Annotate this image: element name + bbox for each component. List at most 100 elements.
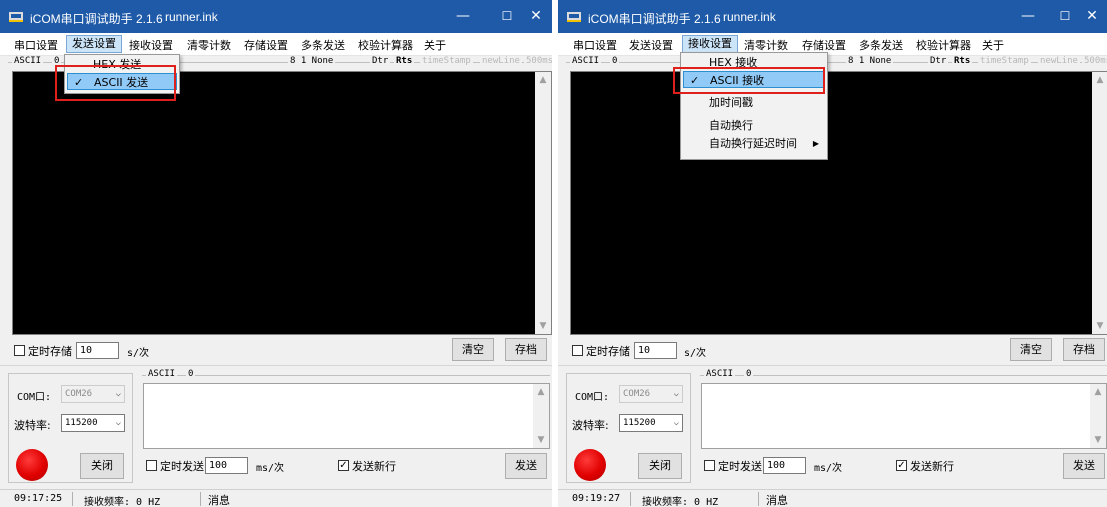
chevron-up-icon[interactable]: ▲ bbox=[535, 75, 551, 85]
menu-receive-settings[interactable]: 接收设置 bbox=[129, 37, 173, 53]
status-frequency: 接收频率: 0 HZ bbox=[84, 497, 161, 507]
chevron-down-icon: ⌵ bbox=[673, 418, 679, 428]
chevron-down-icon: ⌵ bbox=[115, 389, 121, 399]
timed-send-checkbox[interactable] bbox=[146, 460, 157, 471]
app-title: iCOM串口调试助手 2.1.6 bbox=[30, 12, 163, 26]
send-newline-checkbox[interactable]: ✓ bbox=[338, 460, 349, 471]
send-count-label: 0 bbox=[186, 369, 196, 379]
section-divider bbox=[0, 365, 552, 366]
archive-button[interactable]: 存档 bbox=[1063, 338, 1105, 361]
com-port-select[interactable]: COM26 ⌵ bbox=[61, 385, 125, 403]
chevron-down-icon[interactable]: ▼ bbox=[1092, 321, 1107, 331]
send-newline-label: 发送新行 bbox=[910, 460, 954, 473]
send-text-area[interactable]: ▲ ▼ bbox=[701, 383, 1107, 449]
menu-send-settings[interactable]: 发送设置 bbox=[66, 35, 122, 53]
menu-about[interactable]: 关于 bbox=[982, 37, 1004, 53]
send-group-border bbox=[142, 375, 550, 376]
chevron-up-icon[interactable]: ▲ bbox=[1092, 75, 1107, 85]
menu-storage-settings[interactable]: 存储设置 bbox=[802, 37, 846, 53]
chevron-up-icon[interactable]: ▲ bbox=[1090, 387, 1106, 397]
timed-send-checkbox[interactable] bbox=[704, 460, 715, 471]
menu-item-label: 自动换行 bbox=[709, 119, 753, 132]
timed-save-label: 定时存储 bbox=[586, 345, 630, 358]
chevron-down-icon[interactable]: ▼ bbox=[1090, 435, 1106, 445]
annotation-highlight-box bbox=[55, 65, 176, 101]
timestamp-label: timeStamp bbox=[978, 56, 1031, 66]
app-icon bbox=[567, 12, 581, 22]
send-mode-label: ASCII bbox=[704, 369, 736, 379]
dtr-label: Dtr bbox=[370, 56, 391, 66]
save-interval-input[interactable]: 10 bbox=[634, 342, 677, 359]
menu-checksum-calculator[interactable]: 校验计算器 bbox=[916, 37, 971, 53]
send-unit-label: ms/次 bbox=[814, 463, 843, 474]
menu-serial-settings[interactable]: 串口设置 bbox=[573, 37, 617, 53]
menu-item-add-timestamp[interactable]: 加时间戳 bbox=[683, 94, 825, 111]
menu-storage-settings[interactable]: 存储设置 bbox=[244, 37, 288, 53]
menu-receive-settings[interactable]: 接收设置 bbox=[682, 35, 738, 53]
menu-clear-count[interactable]: 清零计数 bbox=[744, 37, 788, 53]
menu-about[interactable]: 关于 bbox=[424, 37, 446, 53]
close-port-button[interactable]: 关闭 bbox=[80, 453, 124, 479]
receive-scrollbar[interactable]: ▲ ▼ bbox=[1092, 72, 1107, 334]
receive-scrollbar[interactable]: ▲ ▼ bbox=[535, 72, 551, 334]
receive-text-area[interactable]: ▲ ▼ bbox=[570, 71, 1107, 335]
app-title: iCOM串口调试助手 2.1.6 bbox=[588, 12, 721, 26]
file-name: runner.ink bbox=[723, 10, 776, 24]
menu-item-auto-wrap[interactable]: 自动换行 bbox=[683, 117, 825, 134]
timed-save-checkbox[interactable] bbox=[572, 345, 583, 356]
com-label: COM口: bbox=[575, 392, 610, 403]
send-scrollbar[interactable]: ▲ ▼ bbox=[1090, 384, 1106, 448]
com-label: COM口: bbox=[17, 392, 52, 403]
status-bar: 09:17:25 接收频率: 0 HZ 消息 bbox=[0, 489, 552, 507]
status-separator bbox=[200, 492, 201, 506]
chevron-down-icon[interactable]: ▼ bbox=[533, 435, 549, 445]
send-scrollbar[interactable]: ▲ ▼ bbox=[533, 384, 549, 448]
send-interval-input[interactable]: 100 bbox=[205, 457, 248, 474]
title-bar: iCOM串口调试助手 2.1.6 runner.ink — ☐ ✕ bbox=[0, 0, 552, 33]
clear-button[interactable]: 清空 bbox=[1010, 338, 1052, 361]
save-unit-label: s/次 bbox=[684, 348, 707, 359]
menu-multi-send[interactable]: 多条发送 bbox=[301, 37, 345, 53]
send-text-area[interactable]: ▲ ▼ bbox=[143, 383, 550, 449]
menu-item-auto-wrap-delay[interactable]: 自动换行延迟时间 ▶ bbox=[683, 135, 825, 152]
close-port-button[interactable]: 关闭 bbox=[638, 453, 682, 479]
archive-button[interactable]: 存档 bbox=[505, 338, 547, 361]
menu-item-label: 自动换行延迟时间 bbox=[709, 137, 797, 150]
menu-item-label: 加时间戳 bbox=[709, 96, 753, 109]
chevron-up-icon[interactable]: ▲ bbox=[533, 387, 549, 397]
close-button[interactable]: ✕ bbox=[516, 0, 552, 33]
section-divider bbox=[558, 365, 1107, 366]
send-unit-label: ms/次 bbox=[256, 463, 285, 474]
com-port-select[interactable]: COM26 ⌵ bbox=[619, 385, 683, 403]
baud-rate-select[interactable]: 115200 ⌵ bbox=[619, 414, 683, 432]
menu-checksum-calculator[interactable]: 校验计算器 bbox=[358, 37, 413, 53]
timed-save-checkbox[interactable] bbox=[14, 345, 25, 356]
status-time: 09:19:27 bbox=[572, 493, 621, 504]
port-status-led-icon bbox=[574, 449, 606, 481]
status-separator bbox=[758, 492, 759, 506]
baud-rate-select[interactable]: 115200 ⌵ bbox=[61, 414, 125, 432]
send-button[interactable]: 发送 bbox=[505, 453, 547, 479]
status-bar: 09:19:27 接收频率: 0 HZ 消息 bbox=[558, 489, 1107, 507]
menu-send-settings[interactable]: 发送设置 bbox=[629, 37, 673, 53]
send-interval-input[interactable]: 100 bbox=[763, 457, 806, 474]
menu-serial-settings[interactable]: 串口设置 bbox=[14, 37, 58, 53]
timed-send-label: 定时发送 bbox=[718, 460, 762, 473]
send-count-label: 0 bbox=[744, 369, 754, 379]
chevron-down-icon[interactable]: ▼ bbox=[535, 321, 551, 331]
menu-clear-count[interactable]: 清零计数 bbox=[187, 37, 231, 53]
title-bar: iCOM串口调试助手 2.1.6 runner.ink — ☐ ✕ bbox=[558, 0, 1107, 33]
save-interval-input[interactable]: 10 bbox=[76, 342, 119, 359]
send-button[interactable]: 发送 bbox=[1063, 453, 1105, 479]
newline-label: newLine bbox=[1038, 56, 1080, 66]
menu-multi-send[interactable]: 多条发送 bbox=[859, 37, 903, 53]
clear-button[interactable]: 清空 bbox=[452, 338, 494, 361]
baud-rate-value: 115200 bbox=[623, 418, 656, 428]
close-button[interactable]: ✕ bbox=[1075, 0, 1107, 33]
send-newline-checkbox[interactable]: ✓ bbox=[896, 460, 907, 471]
menu-bar: 串口设置 发送设置 接收设置 清零计数 存储设置 多条发送 校验计算器 关于 bbox=[558, 33, 1107, 56]
submenu-arrow-icon: ▶ bbox=[812, 139, 819, 148]
minimize-button[interactable]: — bbox=[441, 0, 485, 33]
rts-label: Rts bbox=[952, 56, 973, 66]
receive-text-area[interactable]: ▲ ▼ bbox=[12, 71, 552, 335]
